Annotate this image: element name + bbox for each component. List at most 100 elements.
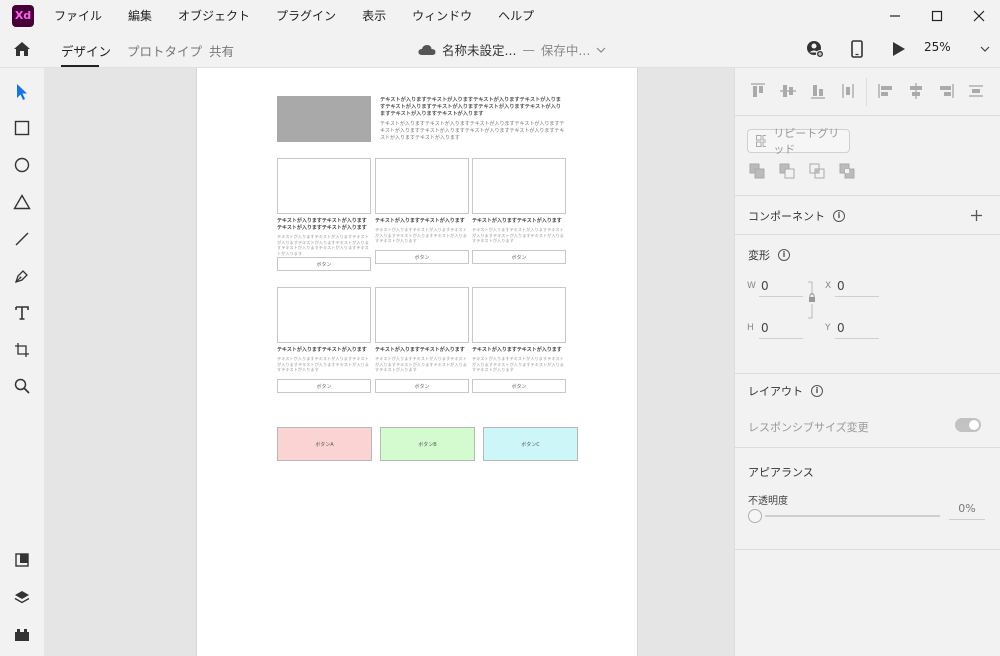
hero-body-text[interactable]: テキストが入りますテキストが入りますテキストが入りますテキストが入りますテキスト… xyxy=(380,121,566,142)
card-title[interactable]: テキストが入りますテキストが入ります xyxy=(277,347,371,354)
button-b[interactable]: ボタンB xyxy=(380,427,475,461)
responsive-resize-toggle[interactable] xyxy=(955,418,981,432)
minimize-button[interactable] xyxy=(874,0,916,31)
repeat-grid-button[interactable]: リピートグリッド xyxy=(747,127,850,156)
card[interactable]: テキストが入りますテキストが入りますテキストが入りますテキストが入ります テキス… xyxy=(277,158,371,256)
tab-design[interactable]: デザイン xyxy=(61,41,111,60)
menu-view[interactable]: 表示 xyxy=(362,7,386,24)
card-text[interactable]: テキストが入りますテキストが入りますテキストが入りますテキストが入りますテキスト… xyxy=(375,227,469,244)
height-field[interactable]: 0 xyxy=(759,321,803,339)
button-a[interactable]: ボタンA xyxy=(277,427,372,461)
card[interactable]: テキストが入りますテキストが入ります テキストが入りますテキストが入りますテキス… xyxy=(375,287,469,373)
card-image-placeholder[interactable] xyxy=(472,158,566,214)
menu-edit[interactable]: 編集 xyxy=(128,7,152,24)
x-field[interactable]: 0 xyxy=(835,279,879,297)
card-image-placeholder[interactable] xyxy=(375,287,469,343)
subtract-icon[interactable] xyxy=(779,163,795,179)
width-field[interactable]: 0 xyxy=(759,279,803,297)
card-button[interactable]: ボタン xyxy=(375,250,469,264)
intersect-icon[interactable] xyxy=(809,163,825,179)
plugins-panel-button[interactable] xyxy=(10,622,34,646)
exclude-overlap-icon[interactable] xyxy=(839,163,855,179)
distribute-horizontal-icon[interactable] xyxy=(967,82,985,100)
assets-panel-button[interactable] xyxy=(10,548,34,572)
artboard-tool[interactable] xyxy=(10,338,34,362)
card-button[interactable]: ボタン xyxy=(277,257,371,271)
pen-tool[interactable] xyxy=(10,264,34,288)
opacity-slider-track[interactable] xyxy=(765,515,940,517)
info-icon[interactable]: i xyxy=(811,385,823,397)
card-image-placeholder[interactable] xyxy=(472,287,566,343)
zoom-chevron-icon[interactable] xyxy=(980,44,990,54)
pen-icon xyxy=(14,270,28,284)
ellipse-tool[interactable] xyxy=(10,153,34,177)
card-title[interactable]: テキストが入りますテキストが入りますテキストが入りますテキストが入ります xyxy=(277,218,371,232)
card-text[interactable]: テキストが入りますテキストが入りますテキストが入りますテキストが入りますテキスト… xyxy=(472,227,566,244)
artboard[interactable]: テキストが入りますテキストが入りますテキストが入りますテキストが入りますテキスト… xyxy=(196,68,638,656)
zoom-tool[interactable] xyxy=(10,374,34,398)
card-button[interactable]: ボタン xyxy=(472,250,566,264)
card-title[interactable]: テキストが入りますテキストが入ります xyxy=(472,347,566,354)
opacity-field[interactable]: 0% xyxy=(949,500,985,520)
distribute-vertical-icon[interactable] xyxy=(839,82,857,100)
play-icon[interactable] xyxy=(892,41,906,57)
card-text[interactable]: テキストが入りますテキストが入りますテキストが入りますテキストが入りますテキスト… xyxy=(277,234,371,256)
align-bottom-icon[interactable] xyxy=(809,82,827,100)
union-icon[interactable] xyxy=(749,163,765,179)
card-title[interactable]: テキストが入りますテキストが入ります xyxy=(375,347,469,354)
menu-plugin[interactable]: プラグイン xyxy=(276,7,336,24)
layers-panel-button[interactable] xyxy=(10,585,34,609)
menu-help[interactable]: ヘルプ xyxy=(498,7,534,24)
card-image-placeholder[interactable] xyxy=(277,158,371,214)
hero-image-placeholder[interactable] xyxy=(277,96,371,142)
card[interactable]: テキストが入りますテキストが入ります テキストが入りますテキストが入りますテキス… xyxy=(277,287,371,373)
transform-section: 変形 i W 0 X 0 H 0 Y 0 xyxy=(735,234,1000,373)
tab-share[interactable]: 共有 xyxy=(209,41,234,60)
zoom-level[interactable]: 25% xyxy=(924,40,951,54)
maximize-icon xyxy=(931,10,943,21)
opacity-slider-handle[interactable] xyxy=(748,509,762,523)
card-button[interactable]: ボタン xyxy=(472,379,566,393)
home-icon[interactable] xyxy=(12,39,32,59)
menu-object[interactable]: オブジェクト xyxy=(178,7,250,24)
mobile-preview-icon[interactable] xyxy=(850,40,864,58)
info-icon[interactable]: i xyxy=(778,249,790,261)
menu-file[interactable]: ファイル xyxy=(54,7,102,24)
design-canvas[interactable]: テキストが入りますテキストが入りますテキストが入りますテキストが入りますテキスト… xyxy=(45,68,734,656)
maximize-button[interactable] xyxy=(916,0,958,31)
card-text[interactable]: テキストが入りますテキストが入りますテキストが入りますテキストが入りますテキスト… xyxy=(375,356,469,373)
info-icon[interactable]: i xyxy=(833,210,845,222)
y-field[interactable]: 0 xyxy=(835,321,879,339)
card[interactable]: テキストが入りますテキストが入ります テキストが入りますテキストが入りますテキス… xyxy=(472,158,566,244)
polygon-tool[interactable] xyxy=(10,190,34,214)
lock-aspect-icon[interactable] xyxy=(807,281,817,321)
select-tool[interactable] xyxy=(10,80,34,104)
card-text[interactable]: テキストが入りますテキストが入りますテキストが入りますテキストが入りますテキスト… xyxy=(277,356,371,373)
document-title[interactable]: 名称未設定... — 保存中... xyxy=(418,40,606,59)
card-image-placeholder[interactable] xyxy=(375,158,469,214)
rectangle-tool[interactable] xyxy=(10,116,34,140)
card-title[interactable]: テキストが入りますテキストが入ります xyxy=(472,218,566,225)
card-image-placeholder[interactable] xyxy=(277,287,371,343)
menu-window[interactable]: ウィンドウ xyxy=(412,7,472,24)
tab-prototype[interactable]: プロトタイプ xyxy=(127,41,202,60)
ellipse-icon xyxy=(14,157,30,173)
card-button[interactable]: ボタン xyxy=(277,379,371,393)
card-title[interactable]: テキストが入りますテキストが入ります xyxy=(375,218,469,225)
card[interactable]: テキストが入りますテキストが入ります テキストが入りますテキストが入りますテキス… xyxy=(375,158,469,244)
user-share-icon[interactable] xyxy=(806,40,824,58)
hero-title-text[interactable]: テキストが入りますテキストが入りますテキストが入りますテキストが入りますテキスト… xyxy=(380,97,566,118)
align-middle-icon[interactable] xyxy=(779,82,797,100)
line-tool[interactable] xyxy=(10,227,34,251)
align-top-icon[interactable] xyxy=(749,82,767,100)
card-text[interactable]: テキストが入りますテキストが入りますテキストが入りますテキストが入りますテキスト… xyxy=(472,356,566,373)
align-left-icon[interactable] xyxy=(877,82,895,100)
align-center-icon[interactable] xyxy=(907,82,925,100)
align-right-icon[interactable] xyxy=(937,82,955,100)
text-tool[interactable] xyxy=(10,301,34,325)
close-button[interactable] xyxy=(958,0,1000,31)
card[interactable]: テキストが入りますテキストが入ります テキストが入りますテキストが入りますテキス… xyxy=(472,287,566,373)
card-button[interactable]: ボタン xyxy=(375,379,469,393)
add-component-icon[interactable] xyxy=(971,210,982,221)
button-c[interactable]: ボタンC xyxy=(483,427,578,461)
